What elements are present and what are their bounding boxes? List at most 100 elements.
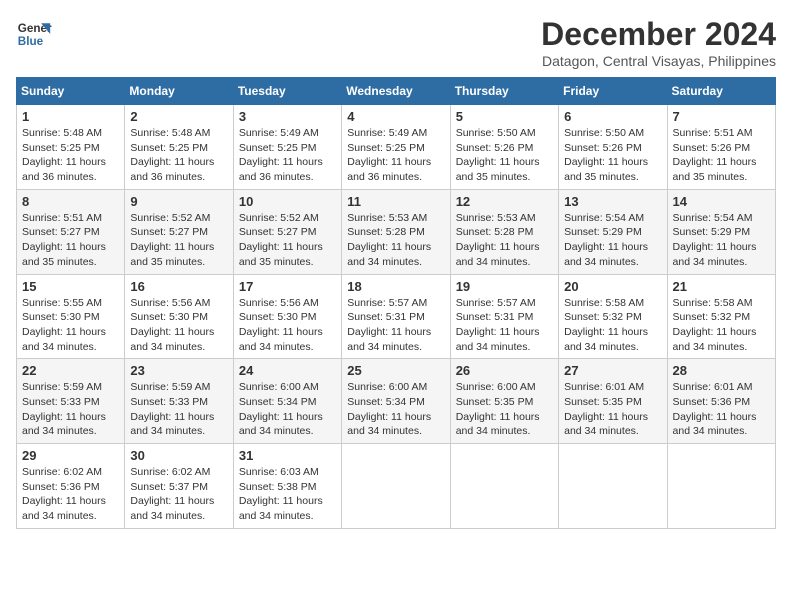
day-number: 15 (22, 279, 119, 294)
day-info: Sunrise: 5:54 AM Sunset: 5:29 PM Dayligh… (564, 211, 661, 270)
day-number: 4 (347, 109, 444, 124)
table-cell: 5 Sunrise: 5:50 AM Sunset: 5:26 PM Daylig… (450, 105, 558, 190)
day-number: 29 (22, 448, 119, 463)
day-info: Sunrise: 5:52 AM Sunset: 5:27 PM Dayligh… (130, 211, 227, 270)
day-info: Sunrise: 6:01 AM Sunset: 5:36 PM Dayligh… (673, 380, 770, 439)
day-number: 10 (239, 194, 336, 209)
day-info: Sunrise: 5:56 AM Sunset: 5:30 PM Dayligh… (239, 296, 336, 355)
table-cell: 31 Sunrise: 6:03 AM Sunset: 5:38 PM Dayli… (233, 444, 341, 529)
table-cell: 22 Sunrise: 5:59 AM Sunset: 5:33 PM Dayli… (17, 359, 125, 444)
header-tuesday: Tuesday (233, 78, 341, 105)
table-cell: 10 Sunrise: 5:52 AM Sunset: 5:27 PM Dayli… (233, 189, 341, 274)
table-cell: 6 Sunrise: 5:50 AM Sunset: 5:26 PM Daylig… (559, 105, 667, 190)
table-cell: 24 Sunrise: 6:00 AM Sunset: 5:34 PM Dayli… (233, 359, 341, 444)
day-info: Sunrise: 5:50 AM Sunset: 5:26 PM Dayligh… (564, 126, 661, 185)
table-cell: 23 Sunrise: 5:59 AM Sunset: 5:33 PM Dayli… (125, 359, 233, 444)
calendar-table: Sunday Monday Tuesday Wednesday Thursday… (16, 77, 776, 529)
calendar-header-row: Sunday Monday Tuesday Wednesday Thursday… (17, 78, 776, 105)
week-row-5: 29Sunrise: 6:02 AM Sunset: 5:36 PM Dayli… (17, 444, 776, 529)
subtitle: Datagon, Central Visayas, Philippines (541, 53, 776, 69)
table-cell: 11 Sunrise: 5:53 AM Sunset: 5:28 PM Dayli… (342, 189, 450, 274)
table-cell: 4Sunrise: 5:49 AM Sunset: 5:25 PM Daylig… (342, 105, 450, 190)
day-info: Sunrise: 5:49 AM Sunset: 5:25 PM Dayligh… (239, 126, 336, 185)
table-cell: 25 Sunrise: 6:00 AM Sunset: 5:34 PM Dayli… (342, 359, 450, 444)
logo: General Blue (16, 16, 52, 52)
day-number: 31 (239, 448, 336, 463)
table-cell: 9 Sunrise: 5:52 AM Sunset: 5:27 PM Daylig… (125, 189, 233, 274)
day-number: 8 (22, 194, 119, 209)
day-info: Sunrise: 6:02 AM Sunset: 5:37 PM Dayligh… (130, 465, 227, 524)
day-number: 28 (673, 363, 770, 378)
header-friday: Friday (559, 78, 667, 105)
page-header: General Blue December 2024 Datagon, Cent… (16, 16, 776, 69)
table-cell: 8Sunrise: 5:51 AM Sunset: 5:27 PM Daylig… (17, 189, 125, 274)
table-cell: 13 Sunrise: 5:54 AM Sunset: 5:29 PM Dayli… (559, 189, 667, 274)
day-info: Sunrise: 5:57 AM Sunset: 5:31 PM Dayligh… (347, 296, 444, 355)
title-area: December 2024 Datagon, Central Visayas, … (541, 16, 776, 69)
table-cell: 7 Sunrise: 5:51 AM Sunset: 5:26 PM Daylig… (667, 105, 775, 190)
table-cell: 27 Sunrise: 6:01 AM Sunset: 5:35 PM Dayli… (559, 359, 667, 444)
day-info: Sunrise: 5:57 AM Sunset: 5:31 PM Dayligh… (456, 296, 553, 355)
header-saturday: Saturday (667, 78, 775, 105)
table-cell: 20 Sunrise: 5:58 AM Sunset: 5:32 PM Dayli… (559, 274, 667, 359)
table-cell: 14Sunrise: 5:54 AM Sunset: 5:29 PM Dayli… (667, 189, 775, 274)
day-number: 6 (564, 109, 661, 124)
day-number: 21 (673, 279, 770, 294)
day-info: Sunrise: 5:51 AM Sunset: 5:26 PM Dayligh… (673, 126, 770, 185)
day-info: Sunrise: 5:59 AM Sunset: 5:33 PM Dayligh… (130, 380, 227, 439)
table-cell: 12 Sunrise: 5:53 AM Sunset: 5:28 PM Dayli… (450, 189, 558, 274)
table-cell: 16Sunrise: 5:56 AM Sunset: 5:30 PM Dayli… (125, 274, 233, 359)
day-info: Sunrise: 5:54 AM Sunset: 5:29 PM Dayligh… (673, 211, 770, 270)
day-number: 5 (456, 109, 553, 124)
day-info: Sunrise: 5:56 AM Sunset: 5:30 PM Dayligh… (130, 296, 227, 355)
day-number: 7 (673, 109, 770, 124)
day-number: 2 (130, 109, 227, 124)
day-number: 9 (130, 194, 227, 209)
day-info: Sunrise: 6:01 AM Sunset: 5:35 PM Dayligh… (564, 380, 661, 439)
day-number: 25 (347, 363, 444, 378)
day-number: 22 (22, 363, 119, 378)
table-cell (667, 444, 775, 529)
table-cell: 21 Sunrise: 5:58 AM Sunset: 5:32 PM Dayli… (667, 274, 775, 359)
table-cell: 19 Sunrise: 5:57 AM Sunset: 5:31 PM Dayli… (450, 274, 558, 359)
day-number: 13 (564, 194, 661, 209)
day-number: 26 (456, 363, 553, 378)
logo-icon: General Blue (16, 16, 52, 52)
table-cell: 30Sunrise: 6:02 AM Sunset: 5:37 PM Dayli… (125, 444, 233, 529)
day-number: 20 (564, 279, 661, 294)
day-info: Sunrise: 6:00 AM Sunset: 5:34 PM Dayligh… (239, 380, 336, 439)
day-number: 24 (239, 363, 336, 378)
day-info: Sunrise: 5:58 AM Sunset: 5:32 PM Dayligh… (564, 296, 661, 355)
day-info: Sunrise: 5:53 AM Sunset: 5:28 PM Dayligh… (347, 211, 444, 270)
table-cell: 15 Sunrise: 5:55 AM Sunset: 5:30 PM Dayli… (17, 274, 125, 359)
table-cell: 28 Sunrise: 6:01 AM Sunset: 5:36 PM Dayli… (667, 359, 775, 444)
day-info: Sunrise: 5:50 AM Sunset: 5:26 PM Dayligh… (456, 126, 553, 185)
day-number: 27 (564, 363, 661, 378)
day-number: 3 (239, 109, 336, 124)
table-cell: 18Sunrise: 5:57 AM Sunset: 5:31 PM Dayli… (342, 274, 450, 359)
day-info: Sunrise: 5:55 AM Sunset: 5:30 PM Dayligh… (22, 296, 119, 355)
table-cell: 17Sunrise: 5:56 AM Sunset: 5:30 PM Dayli… (233, 274, 341, 359)
header-sunday: Sunday (17, 78, 125, 105)
day-number: 12 (456, 194, 553, 209)
day-info: Sunrise: 6:03 AM Sunset: 5:38 PM Dayligh… (239, 465, 336, 524)
day-number: 11 (347, 194, 444, 209)
day-number: 23 (130, 363, 227, 378)
day-info: Sunrise: 5:58 AM Sunset: 5:32 PM Dayligh… (673, 296, 770, 355)
table-cell (450, 444, 558, 529)
header-monday: Monday (125, 78, 233, 105)
header-thursday: Thursday (450, 78, 558, 105)
header-wednesday: Wednesday (342, 78, 450, 105)
day-info: Sunrise: 5:52 AM Sunset: 5:27 PM Dayligh… (239, 211, 336, 270)
week-row-2: 8Sunrise: 5:51 AM Sunset: 5:27 PM Daylig… (17, 189, 776, 274)
day-info: Sunrise: 5:53 AM Sunset: 5:28 PM Dayligh… (456, 211, 553, 270)
week-row-1: 1Sunrise: 5:48 AM Sunset: 5:25 PM Daylig… (17, 105, 776, 190)
day-info: Sunrise: 5:48 AM Sunset: 5:25 PM Dayligh… (22, 126, 119, 185)
table-cell: 3 Sunrise: 5:49 AM Sunset: 5:25 PM Daylig… (233, 105, 341, 190)
svg-text:Blue: Blue (18, 35, 44, 48)
day-info: Sunrise: 6:00 AM Sunset: 5:34 PM Dayligh… (347, 380, 444, 439)
day-number: 19 (456, 279, 553, 294)
main-title: December 2024 (541, 16, 776, 53)
day-info: Sunrise: 5:48 AM Sunset: 5:25 PM Dayligh… (130, 126, 227, 185)
day-info: Sunrise: 5:59 AM Sunset: 5:33 PM Dayligh… (22, 380, 119, 439)
